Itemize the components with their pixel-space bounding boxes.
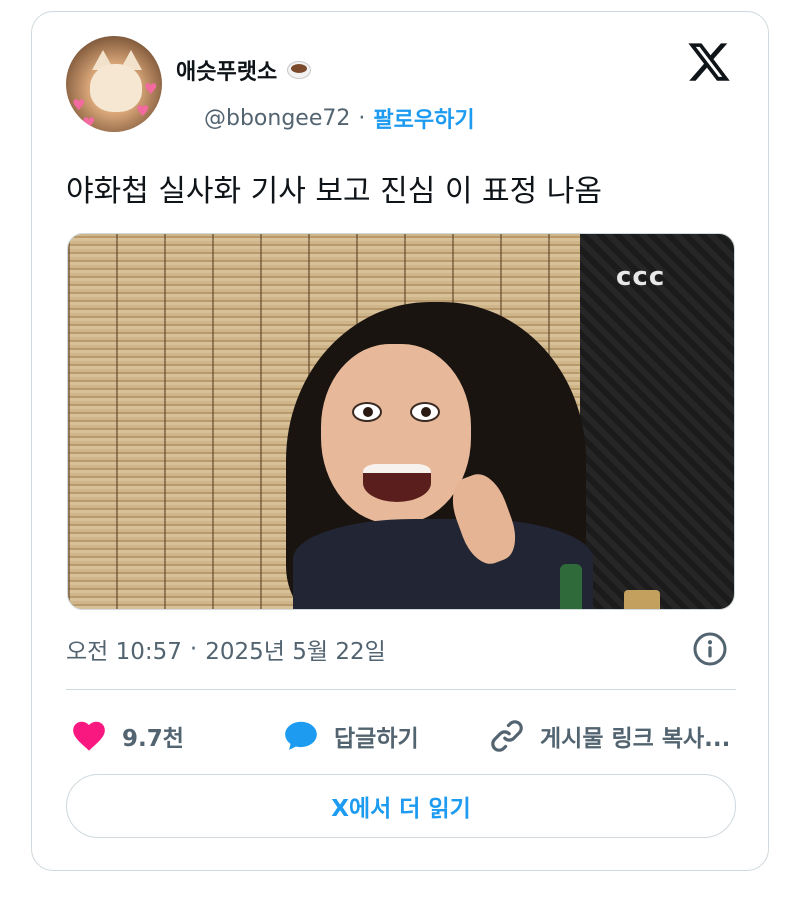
read-more-label: X에서 더 읽기 — [331, 796, 471, 822]
speech-bubble-icon — [285, 721, 317, 750]
info-icon[interactable] — [692, 631, 728, 667]
like-button[interactable]: 9.7천 — [70, 714, 184, 758]
heart-sticker-icon: ♥ — [136, 102, 150, 120]
heart-sticker-icon: ♥ — [82, 114, 96, 132]
author-handle-row: @bbongee72 · 팔로우하기 — [204, 102, 475, 134]
link-icon — [491, 720, 523, 752]
author-name-text[interactable]: 애슷푸랫소 — [176, 54, 277, 86]
author-avatar[interactable]: ♥ ♥ ♥ ♥ — [66, 36, 162, 132]
heart-sticker-icon: ♥ — [144, 80, 158, 98]
handle-separator: · — [358, 105, 366, 131]
reply-button[interactable]: 답글하기 — [282, 714, 419, 758]
x-logo-icon[interactable] — [686, 39, 732, 85]
copy-link-button[interactable]: 게시물 링크 복사... — [488, 714, 730, 758]
person-eye — [410, 402, 440, 422]
tweet-media-photo[interactable]: ccc — [67, 233, 735, 610]
tweet-timestamp[interactable]: 오전 10:57 · 2025년 5월 22일 — [66, 632, 386, 666]
timestamp-time[interactable]: 오전 10:57 — [66, 632, 182, 666]
timestamp-separator: · — [189, 636, 198, 662]
tweet-embed-card: ♥ ♥ ♥ ♥ 애슷푸랫소 @bbongee72 · 팔로우하기 야화첩 실사화… — [31, 11, 769, 871]
glass-cup — [624, 590, 660, 609]
tweet-text: 야화첩 실사화 기사 보고 진심 이 표정 나옴 — [66, 174, 602, 209]
heart-sticker-icon: ♥ — [72, 96, 86, 114]
green-bottle — [560, 564, 582, 609]
coffee-cup-icon — [283, 55, 317, 85]
author-display-name[interactable]: 애슷푸랫소 — [176, 54, 317, 86]
heart-icon — [73, 721, 105, 751]
tweet-actions: 9.7천 답글하기 게시물 링크 복사... — [66, 714, 736, 758]
person-shirt — [293, 519, 593, 609]
copy-link-label: 게시물 링크 복사... — [540, 726, 731, 752]
like-count: 9.7천 — [122, 726, 184, 752]
follow-link[interactable]: 팔로우하기 — [373, 102, 474, 134]
reply-label: 답글하기 — [334, 726, 419, 752]
author-handle[interactable]: @bbongee72 — [204, 106, 350, 131]
timestamp-date[interactable]: 2025년 5월 22일 — [205, 632, 386, 666]
read-more-on-x-button[interactable]: X에서 더 읽기 — [66, 774, 736, 838]
divider — [66, 689, 736, 690]
person-eye — [352, 402, 382, 422]
avatar-cat-face — [90, 64, 142, 112]
panel-logo: ccc — [616, 262, 666, 292]
person-mouth — [363, 464, 431, 502]
